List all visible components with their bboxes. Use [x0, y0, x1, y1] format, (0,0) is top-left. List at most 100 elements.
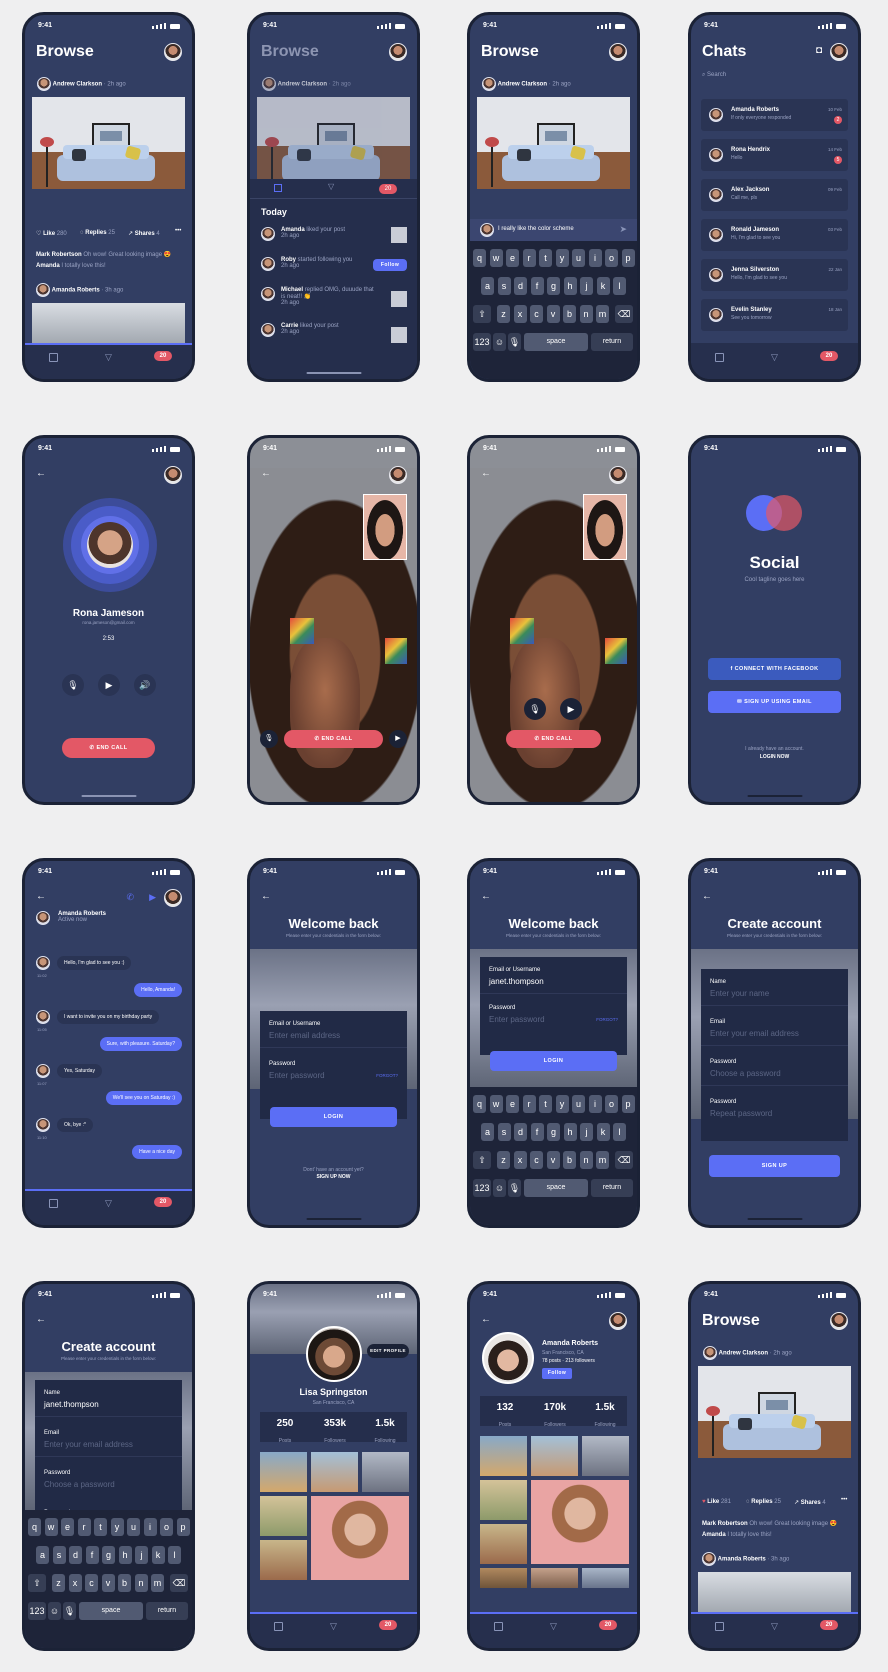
key-r[interactable]: r: [522, 249, 536, 267]
dictation-key[interactable]: 🎙: [508, 1179, 521, 1197]
shift-key[interactable]: ⇧: [28, 1574, 46, 1592]
key-k[interactable]: k: [151, 1546, 165, 1564]
key-c[interactable]: c: [530, 1151, 543, 1169]
key-t[interactable]: t: [539, 249, 552, 267]
avatar[interactable]: [164, 889, 182, 907]
emoji-key[interactable]: ☺: [493, 333, 506, 351]
back-arrow-icon[interactable]: ←: [261, 891, 271, 902]
forgot-link[interactable]: FORGOT?: [376, 1073, 398, 1078]
follow-button[interactable]: Follow: [542, 1368, 572, 1379]
shares-button[interactable]: ↗ Shares 4: [794, 1499, 826, 1506]
stat-followers[interactable]: 170k Followers: [536, 1402, 574, 1431]
avatar[interactable]: [36, 283, 50, 297]
post-image[interactable]: [698, 1366, 851, 1458]
emoji-key[interactable]: ☺: [48, 1602, 61, 1620]
gallery-image[interactable]: [531, 1480, 629, 1564]
notification-badge[interactable]: 20: [154, 351, 172, 361]
key-b[interactable]: b: [563, 1151, 576, 1169]
key-n[interactable]: n: [134, 1574, 148, 1592]
key-w[interactable]: w: [489, 1095, 503, 1113]
gallery-image[interactable]: [480, 1524, 527, 1564]
signup-email-button[interactable]: ✉ SIGN UP USING EMAIL: [708, 691, 841, 713]
key-s[interactable]: s: [52, 1546, 66, 1564]
back-arrow-icon[interactable]: ←: [36, 1314, 46, 1325]
key-d[interactable]: d: [514, 277, 527, 295]
post-thumbnail[interactable]: [391, 327, 407, 343]
back-arrow-icon[interactable]: ←: [481, 468, 491, 479]
shift-key[interactable]: ⇧: [473, 305, 491, 323]
return-key[interactable]: return: [146, 1602, 188, 1620]
message-bubble[interactable]: Hello, I'm glad to see you :): [57, 956, 132, 970]
profile-avatar[interactable]: [482, 1332, 534, 1384]
key-e[interactable]: e: [506, 1095, 519, 1113]
key-f[interactable]: f: [530, 277, 544, 295]
email-field[interactable]: Enter email address: [269, 1031, 340, 1040]
key-w[interactable]: w: [489, 249, 503, 267]
key-q[interactable]: q: [473, 1095, 486, 1113]
key-f[interactable]: f: [85, 1546, 99, 1564]
email-field[interactable]: Enter your email address: [44, 1440, 133, 1449]
key-j[interactable]: j: [135, 1546, 148, 1564]
login-button[interactable]: LOGIN: [270, 1107, 397, 1127]
message-bubble[interactable]: Ok, bye :*: [57, 1118, 93, 1132]
filter-icon[interactable]: ▽: [328, 182, 334, 191]
key-y[interactable]: y: [555, 1095, 569, 1113]
key-r[interactable]: r: [522, 1095, 536, 1113]
space-key[interactable]: space: [524, 1179, 588, 1197]
key-o[interactable]: o: [605, 1095, 618, 1113]
shift-key[interactable]: ⇧: [473, 1151, 491, 1169]
avatar[interactable]: [830, 43, 848, 61]
key-g[interactable]: g: [102, 1546, 115, 1564]
avatar[interactable]: [389, 43, 407, 61]
replies-button[interactable]: ◌ Replies 25: [80, 230, 115, 236]
key-s[interactable]: s: [497, 277, 511, 295]
backspace-key[interactable]: ⌫: [170, 1574, 188, 1592]
grid-icon[interactable]: [274, 184, 282, 192]
key-y[interactable]: y: [555, 249, 569, 267]
like-button[interactable]: ♡ Like 280: [36, 230, 67, 237]
key-e[interactable]: e: [61, 1518, 74, 1536]
key-g[interactable]: g: [547, 1123, 560, 1141]
avatar[interactable]: [830, 1312, 848, 1330]
avatar[interactable]: [164, 466, 182, 484]
repeat-password-field[interactable]: Repeat password: [710, 1109, 772, 1118]
key-q[interactable]: q: [28, 1518, 41, 1536]
message-bubble[interactable]: Have a nice day: [132, 1145, 182, 1159]
gallery-image[interactable]: [311, 1452, 358, 1492]
gallery-image[interactable]: [582, 1436, 629, 1476]
message-bubble[interactable]: We'll see you on Saturday :): [105, 1091, 182, 1105]
key-b[interactable]: b: [563, 305, 576, 323]
key-v[interactable]: v: [101, 1574, 115, 1592]
post-thumbnail[interactable]: [391, 291, 407, 307]
stat-following[interactable]: 1.5k Following: [366, 1418, 404, 1447]
grid-icon[interactable]: [49, 353, 58, 362]
avatar[interactable]: [389, 466, 407, 484]
avatar[interactable]: [609, 43, 627, 61]
video-icon[interactable]: ▶: [389, 730, 407, 748]
follow-button[interactable]: Follow: [373, 259, 407, 271]
key-l[interactable]: l: [613, 277, 626, 295]
profile-avatar[interactable]: [306, 1326, 362, 1382]
signup-button[interactable]: SIGN UP: [709, 1155, 840, 1177]
gallery-image[interactable]: [260, 1452, 307, 1492]
key-z[interactable]: z: [497, 1151, 510, 1169]
name-field[interactable]: janet.thompson: [44, 1400, 99, 1409]
post-image[interactable]: [477, 97, 630, 189]
more-icon[interactable]: •••: [841, 1497, 847, 1503]
notification-badge[interactable]: 20: [820, 1620, 838, 1630]
replies-button[interactable]: ◌ Replies 25: [746, 1499, 781, 1505]
key-z[interactable]: z: [497, 305, 510, 323]
dictation-key[interactable]: 🎙: [508, 333, 521, 351]
gallery-image[interactable]: [531, 1436, 578, 1476]
self-video-preview[interactable]: [363, 494, 407, 560]
key-s[interactable]: s: [497, 1123, 511, 1141]
key-a[interactable]: a: [481, 1123, 494, 1141]
grid-icon[interactable]: [715, 1622, 724, 1631]
filter-icon[interactable]: ▽: [550, 1622, 559, 1631]
gallery-image[interactable]: [480, 1480, 527, 1520]
password-field[interactable]: Enter password: [489, 1015, 545, 1024]
avatar[interactable]: [164, 43, 182, 61]
key-j[interactable]: j: [580, 277, 593, 295]
filter-icon[interactable]: ▽: [771, 1622, 780, 1631]
key-x[interactable]: x: [513, 305, 527, 323]
